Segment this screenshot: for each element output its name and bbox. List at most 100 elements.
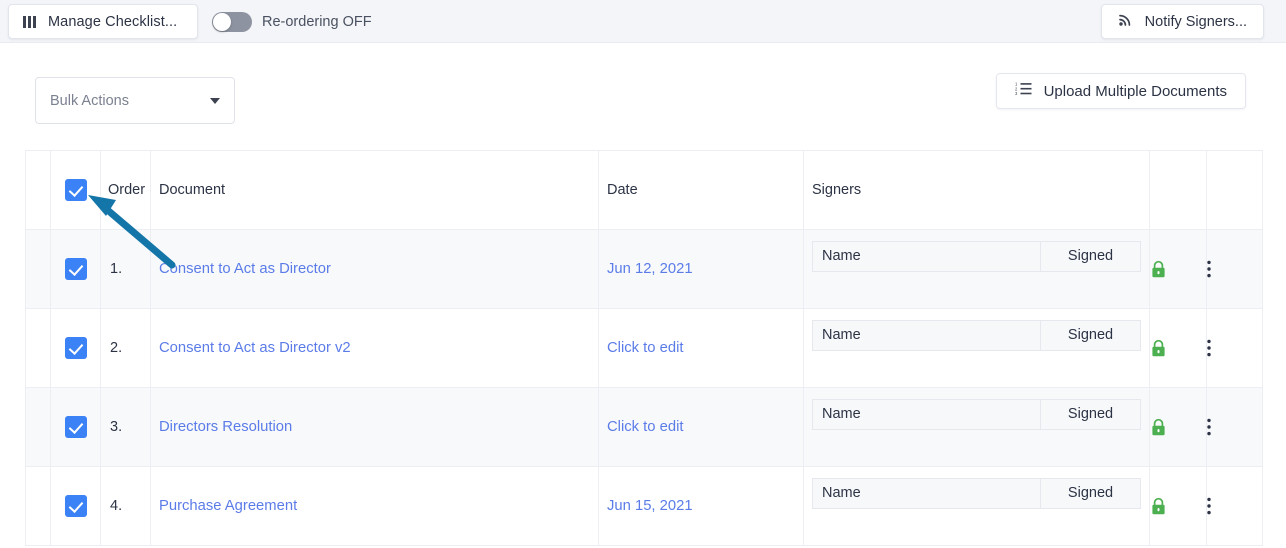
top-toolbar: Manage Checklist... Re-ordering OFF Noti…	[0, 0, 1286, 43]
header-order: Order	[100, 150, 151, 230]
more-vertical-icon	[1207, 260, 1211, 278]
row-select-cell	[50, 229, 101, 309]
date-link[interactable]: Click to edit	[599, 419, 803, 435]
columns-icon	[23, 15, 36, 28]
signers-subtable: Name Signed	[812, 477, 1141, 509]
toggle-knob	[213, 12, 231, 31]
row-checkbox[interactable]	[64, 416, 87, 438]
row-document: Directors Resolution	[150, 387, 599, 467]
row-checkbox[interactable]	[64, 258, 87, 280]
header-grip-column	[25, 150, 51, 230]
row-order: 4.	[100, 466, 151, 546]
row-grip[interactable]	[25, 466, 51, 546]
signer-name-cell[interactable]: Name	[813, 320, 1041, 350]
broadcast-icon	[1118, 11, 1134, 32]
reordering-toggle[interactable]: Re-ordering OFF	[212, 0, 372, 43]
header-select-all-checkbox[interactable]	[64, 179, 87, 201]
row-date: Click to edit	[598, 308, 804, 388]
row-order: 1.	[100, 229, 151, 309]
reordering-label: Re-ordering OFF	[262, 13, 372, 30]
row-checkbox[interactable]	[64, 495, 87, 517]
header-order-label: Order	[108, 182, 146, 198]
row-lock[interactable]	[1149, 387, 1207, 467]
date-link[interactable]: Click to edit	[599, 340, 803, 356]
signer-status-cell[interactable]: Signed	[1041, 321, 1140, 350]
more-vertical-icon	[1207, 339, 1211, 357]
bulk-actions-label: Bulk Actions	[50, 92, 129, 109]
row-menu[interactable]	[1206, 466, 1263, 546]
table-row: 1. Consent to Act as Director Jun 12, 20…	[25, 229, 1263, 309]
row-grip[interactable]	[25, 308, 51, 388]
table-header: Order Document Date Signers	[25, 150, 1263, 230]
row-grip[interactable]	[25, 229, 51, 309]
header-date-label: Date	[607, 182, 638, 198]
date-link[interactable]: Jun 12, 2021	[599, 261, 803, 277]
row-select-cell	[50, 387, 101, 467]
chevron-down-icon	[210, 97, 220, 104]
header-select-all-cell	[50, 150, 101, 230]
signer-status-cell[interactable]: Signed	[1041, 400, 1140, 429]
bulk-actions-select[interactable]: Bulk Actions	[35, 77, 235, 124]
row-order: 2.	[100, 308, 151, 388]
document-link[interactable]: Consent to Act as Director v2	[151, 340, 598, 356]
table-row: 4. Purchase Agreement Jun 15, 2021 Name …	[25, 466, 1263, 546]
row-order-label: 3.	[110, 419, 123, 435]
row-date: Click to edit	[598, 387, 804, 467]
more-vertical-icon	[1207, 418, 1211, 436]
row-menu[interactable]	[1206, 308, 1263, 388]
signers-subtable: Name Signed	[812, 398, 1141, 430]
row-lock[interactable]	[1149, 466, 1207, 546]
documents-table: Order Document Date Signers 1. Consent t…	[25, 150, 1263, 546]
signer-status-cell[interactable]: Signed	[1041, 479, 1140, 508]
more-vertical-icon	[1207, 497, 1211, 515]
table-header-row: Order Document Date Signers	[25, 150, 1263, 230]
document-link[interactable]: Purchase Agreement	[151, 498, 598, 514]
row-date: Jun 15, 2021	[598, 466, 804, 546]
header-menu-column	[1206, 150, 1263, 230]
toggle-track[interactable]	[212, 11, 252, 32]
signer-name-cell[interactable]: Name	[813, 478, 1041, 508]
upload-multiple-documents-button[interactable]: 1 2 3 Upload Multiple Documents	[995, 73, 1246, 109]
header-lock-column	[1149, 150, 1207, 230]
signer-name-cell[interactable]: Name	[813, 241, 1041, 271]
table-row: 2. Consent to Act as Director v2 Click t…	[25, 308, 1263, 388]
row-menu[interactable]	[1206, 387, 1263, 467]
header-signers-label: Signers	[812, 182, 862, 198]
svg-text:3: 3	[1015, 91, 1018, 96]
lock-closed-icon	[1152, 260, 1165, 277]
row-order: 3.	[100, 387, 151, 467]
signer-status-cell[interactable]: Signed	[1041, 242, 1140, 271]
document-link[interactable]: Directors Resolution	[151, 419, 598, 435]
row-document: Consent to Act as Director	[150, 229, 599, 309]
lock-closed-icon	[1152, 339, 1165, 356]
notify-signers-button[interactable]: Notify Signers...	[1100, 4, 1264, 39]
row-menu[interactable]	[1206, 229, 1263, 309]
manage-checklist-label: Manage Checklist...	[48, 13, 178, 30]
manage-checklist-button[interactable]: Manage Checklist...	[8, 4, 198, 39]
header-document: Document	[150, 150, 599, 230]
header-signers: Signers	[803, 150, 1150, 230]
header-date: Date	[598, 150, 804, 230]
row-signers: Name Signed	[803, 229, 1150, 309]
row-order-label: 4.	[110, 498, 123, 514]
signer-name-cell[interactable]: Name	[813, 399, 1041, 429]
signers-subtable: Name Signed	[812, 319, 1141, 351]
row-grip[interactable]	[25, 387, 51, 467]
row-select-cell	[50, 308, 101, 388]
row-lock[interactable]	[1149, 308, 1207, 388]
ordered-list-icon: 1 2 3	[1015, 81, 1032, 101]
row-checkbox[interactable]	[64, 337, 87, 359]
row-signers: Name Signed	[803, 387, 1150, 467]
row-order-label: 2.	[110, 340, 123, 356]
lock-closed-icon	[1152, 418, 1165, 435]
header-document-label: Document	[159, 182, 226, 198]
document-link[interactable]: Consent to Act as Director	[151, 261, 598, 277]
table-body: 1. Consent to Act as Director Jun 12, 20…	[25, 229, 1263, 546]
signers-subtable: Name Signed	[812, 240, 1141, 272]
row-document: Consent to Act as Director v2	[150, 308, 599, 388]
row-signers: Name Signed	[803, 466, 1150, 546]
row-order-label: 1.	[110, 261, 123, 277]
row-lock[interactable]	[1149, 229, 1207, 309]
row-date: Jun 12, 2021	[598, 229, 804, 309]
date-link[interactable]: Jun 15, 2021	[599, 498, 803, 514]
